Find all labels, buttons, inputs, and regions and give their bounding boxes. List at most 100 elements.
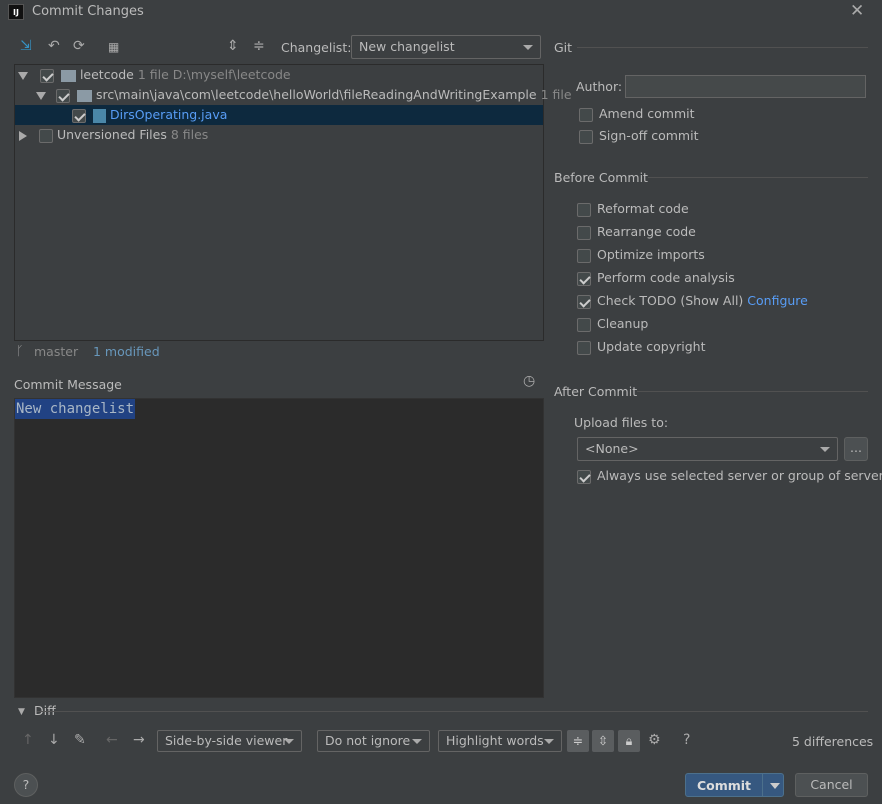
checkbox[interactable] [577, 317, 591, 332]
expand-icon[interactable] [19, 130, 27, 141]
tree-node-folder[interactable]: src\main\java\com\leetcode\helloWorld\fi… [15, 85, 572, 105]
refresh-icon[interactable]: ⟳ [73, 38, 85, 54]
checkbox[interactable] [55, 88, 70, 103]
settings-gear-icon[interactable]: ⚙ [648, 732, 661, 748]
commit-message-input[interactable]: New changelist [14, 398, 544, 698]
next-difference-icon[interactable]: ↓ [48, 732, 60, 748]
forward-icon[interactable]: → [133, 732, 145, 748]
divider [577, 47, 868, 48]
group-by-icon[interactable]: ▦ [108, 40, 119, 54]
checkbox[interactable] [577, 271, 591, 286]
commit-options-chevron-icon[interactable] [770, 783, 780, 789]
checkbox[interactable] [39, 68, 54, 83]
close-icon[interactable]: ✕ [850, 1, 864, 21]
chevron-down-icon [523, 45, 533, 50]
option-sign-off-commit[interactable]: Sign-off commit [579, 126, 699, 146]
option-label: Always use selected server or group of s… [597, 468, 882, 483]
option-label: Reformat code [597, 201, 689, 216]
configure-link[interactable]: Configure [747, 293, 808, 308]
sync-scroll-icon[interactable]: ⇳ [592, 730, 614, 752]
commit-button[interactable]: Commit [686, 778, 762, 793]
option-label: Cleanup [597, 316, 649, 331]
tree-node-root[interactable]: leetcode 1 file D:\myself\leetcode [15, 65, 543, 85]
lock-icon[interactable]: 🔒︎ [618, 730, 640, 752]
checkbox[interactable] [577, 202, 591, 217]
back-icon[interactable]: ← [106, 732, 118, 748]
chevron-down-icon [820, 447, 830, 452]
node-count: 1 file [137, 67, 169, 82]
commit-message-label: Commit Message [14, 377, 122, 392]
help-button[interactable]: ? [14, 773, 38, 797]
edit-source-icon[interactable]: ✎ [74, 732, 86, 748]
ignore-dropdown[interactable]: Do not ignore [317, 730, 430, 752]
option-label: Amend commit [599, 106, 695, 121]
option-check-todo-show-all[interactable]: Check TODO (Show All) Configure [577, 291, 808, 311]
node-name: src\main\java\com\leetcode\helloWorld\fi… [95, 87, 537, 102]
checkbox[interactable] [579, 107, 593, 122]
changes-tree: leetcode 1 file D:\myself\leetcode src\m… [14, 64, 572, 341]
browse-button[interactable]: ... [844, 437, 868, 461]
collapse-diff-icon[interactable]: ▼ [18, 707, 25, 717]
option-update-copyright[interactable]: Update copyright [577, 337, 705, 357]
author-input[interactable] [625, 75, 866, 98]
upload-server-dropdown[interactable]: <None> [577, 437, 838, 461]
tree-node-unversioned[interactable]: Unversioned Files 8 files [15, 125, 543, 145]
expand-all-icon[interactable]: ⇕ [227, 38, 239, 54]
show-diff-icon[interactable]: ⇲ [20, 38, 32, 54]
option-amend-commit[interactable]: Amend commit [579, 104, 695, 124]
option-perform-code-analysis[interactable]: Perform code analysis [577, 268, 735, 288]
option-rearrange-code[interactable]: Rearrange code [577, 222, 696, 242]
history-clock-icon[interactable]: ◷ [523, 373, 535, 389]
divider [637, 391, 868, 392]
branch-name: master [34, 344, 79, 359]
option-label: Rearrange code [597, 224, 696, 239]
highlight-value: Highlight words [446, 733, 544, 748]
upload-label: Upload files to: [574, 415, 669, 430]
upload-value: <None> [585, 441, 639, 456]
chevron-down-icon [412, 739, 422, 744]
option-cleanup[interactable]: Cleanup [577, 314, 648, 334]
node-count: 8 files [170, 127, 209, 142]
checkbox[interactable] [577, 469, 591, 484]
chevron-down-icon [544, 739, 554, 744]
highlight-dropdown[interactable]: Highlight words [438, 730, 562, 752]
expand-icon[interactable] [18, 71, 28, 80]
option-label: Optimize imports [597, 247, 705, 262]
previous-difference-icon[interactable]: ↑ [22, 732, 34, 748]
branch-icon: ᚴ [16, 343, 24, 358]
help-icon[interactable]: ? [683, 732, 690, 748]
collapse-all-icon[interactable]: ≑ [253, 38, 265, 54]
chevron-down-icon [284, 739, 294, 744]
expand-icon[interactable] [36, 91, 46, 100]
after-commit-title: After Commit [554, 384, 638, 399]
collapse-unchanged-icon[interactable]: ≑ [567, 730, 589, 752]
checkbox[interactable] [577, 294, 591, 309]
option-optimize-imports[interactable]: Optimize imports [577, 245, 705, 265]
divider [648, 177, 868, 178]
always-use-server-checkbox[interactable]: Always use selected server or group of s… [577, 466, 882, 486]
checkbox[interactable] [579, 129, 593, 144]
checkbox[interactable] [577, 248, 591, 263]
differences-count: 5 differences [792, 734, 874, 749]
option-label: Sign-off commit [599, 128, 699, 143]
commit-split-button[interactable]: Commit [685, 773, 784, 797]
java-file-icon [92, 108, 106, 123]
modified-count[interactable]: 1 modified [93, 344, 160, 359]
checkbox[interactable] [577, 225, 591, 240]
viewer-value: Side-by-side viewer [165, 733, 288, 748]
option-reformat-code[interactable]: Reformat code [577, 199, 689, 219]
rollback-icon[interactable]: ↶ [48, 38, 60, 54]
viewer-dropdown[interactable]: Side-by-side viewer [157, 730, 302, 752]
changelist-label: Changelist: [281, 40, 352, 55]
node-name: Unversioned Files [56, 127, 167, 142]
node-path: D:\myself\leetcode [172, 67, 291, 82]
changelist-dropdown[interactable]: New changelist [351, 35, 541, 59]
option-label: Check TODO (Show All) [597, 293, 744, 308]
node-count: 1 file [540, 87, 572, 102]
checkbox[interactable] [72, 108, 86, 123]
tree-node-file[interactable]: DirsOperating.java [15, 105, 543, 125]
window-title: Commit Changes [32, 4, 144, 19]
checkbox[interactable] [577, 340, 591, 355]
cancel-button[interactable]: Cancel [795, 773, 868, 797]
checkbox[interactable] [38, 128, 53, 143]
